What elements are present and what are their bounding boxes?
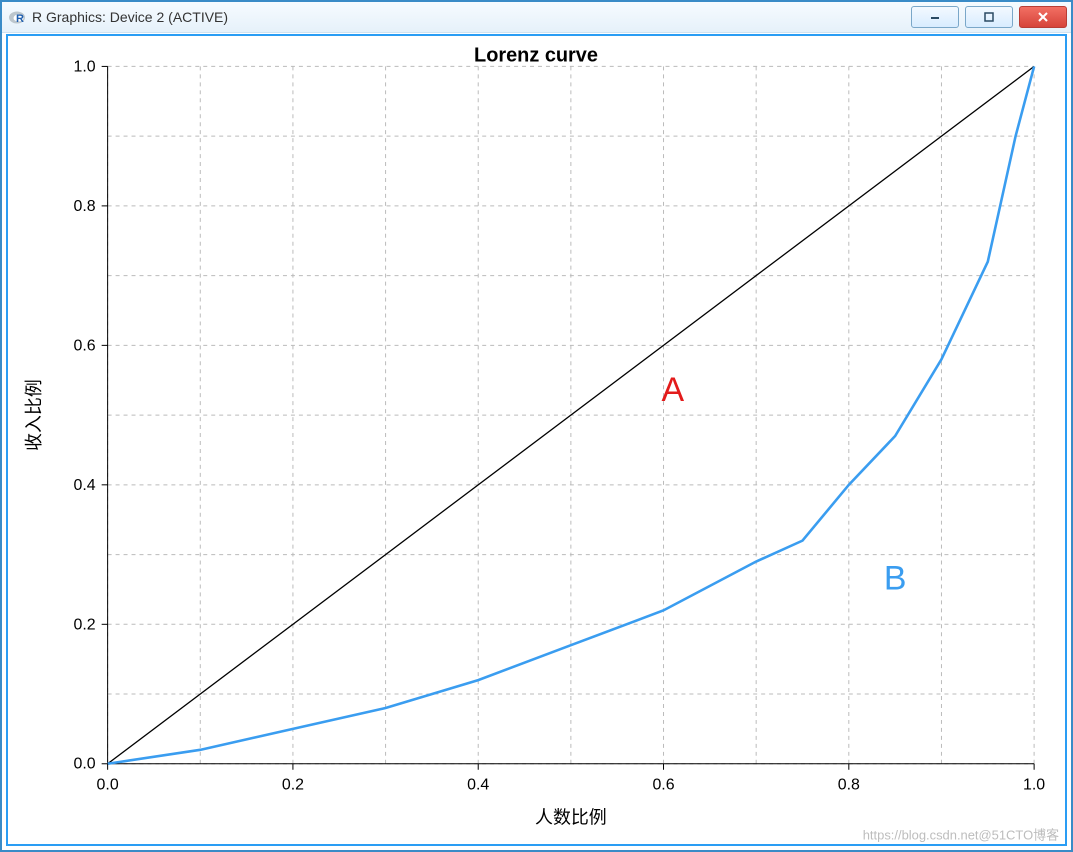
minimize-button[interactable] — [911, 6, 959, 28]
chart-title: Lorenz curve — [474, 44, 598, 66]
svg-text:1.0: 1.0 — [1023, 777, 1045, 794]
y-tick-labels: 0.0 0.2 0.4 0.6 0.8 1.0 — [74, 58, 108, 772]
close-button[interactable] — [1019, 6, 1067, 28]
annotation-a: A — [661, 371, 684, 409]
svg-text:0.4: 0.4 — [467, 777, 489, 794]
titlebar: R R Graphics: Device 2 (ACTIVE) — [2, 2, 1071, 33]
svg-text:0.0: 0.0 — [97, 777, 119, 794]
window-title: R Graphics: Device 2 (ACTIVE) — [32, 9, 228, 25]
y-axis-title: 收入比例 — [24, 379, 44, 451]
window-controls — [911, 6, 1067, 28]
annotation-b: B — [884, 559, 907, 597]
watermark-text: https://blog.csdn.net@51CTO博客 — [863, 827, 1059, 842]
svg-text:0.8: 0.8 — [838, 777, 860, 794]
svg-text:0.4: 0.4 — [74, 477, 96, 494]
lorenz-chart: 0.0 0.2 0.4 0.6 0.8 1.0 0.0 0.2 0.4 0.6 0.8 1.0 Lo… — [8, 36, 1065, 844]
r-logo-icon: R — [8, 8, 26, 26]
x-axis-title: 人数比例 — [535, 808, 607, 828]
svg-text:0.0: 0.0 — [74, 756, 96, 773]
svg-text:0.2: 0.2 — [282, 777, 304, 794]
svg-text:0.6: 0.6 — [652, 777, 674, 794]
plot-device-frame: 0.0 0.2 0.4 0.6 0.8 1.0 0.0 0.2 0.4 0.6 0.8 1.0 Lo… — [6, 34, 1067, 846]
svg-text:1.0: 1.0 — [74, 58, 96, 75]
svg-text:R: R — [16, 13, 24, 25]
svg-text:0.6: 0.6 — [74, 337, 96, 354]
app-window: R R Graphics: Device 2 (ACTIVE) — [0, 0, 1073, 852]
x-tick-labels: 0.0 0.2 0.4 0.6 0.8 1.0 — [97, 764, 1046, 794]
maximize-button[interactable] — [965, 6, 1013, 28]
svg-text:0.8: 0.8 — [74, 198, 96, 215]
svg-text:0.2: 0.2 — [74, 616, 96, 633]
